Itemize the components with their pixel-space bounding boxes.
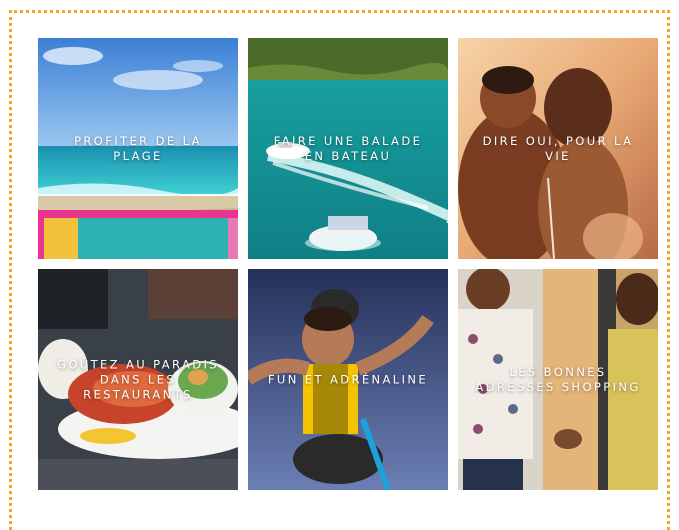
tile-label: DIRE OUI, POUR LA VIE — [482, 133, 634, 163]
tile-label: LES BONNES ADRESSES SHOPPING — [475, 364, 641, 394]
tile-beach[interactable]: PROFITER DE LA PLAGE — [38, 38, 238, 259]
tile-restaurants[interactable]: GOÛTEZ AU PARADIS DANS LES RESTAURANTS — [38, 269, 238, 490]
tile-adrenaline[interactable]: FUN ET ADRÉNALINE — [248, 269, 448, 490]
tile-label: FAIRE UNE BALADE EN BATEAU — [273, 133, 423, 163]
tile-label: PROFITER DE LA PLAGE — [74, 133, 202, 163]
tile-shopping[interactable]: LES BONNES ADRESSES SHOPPING — [458, 269, 658, 490]
tile-wedding[interactable]: DIRE OUI, POUR LA VIE — [458, 38, 658, 259]
tile-label: FUN ET ADRÉNALINE — [267, 372, 429, 386]
tile-label: GOÛTEZ AU PARADIS DANS LES RESTAURANTS — [57, 357, 219, 401]
tile-boat[interactable]: FAIRE UNE BALADE EN BATEAU — [248, 38, 448, 259]
